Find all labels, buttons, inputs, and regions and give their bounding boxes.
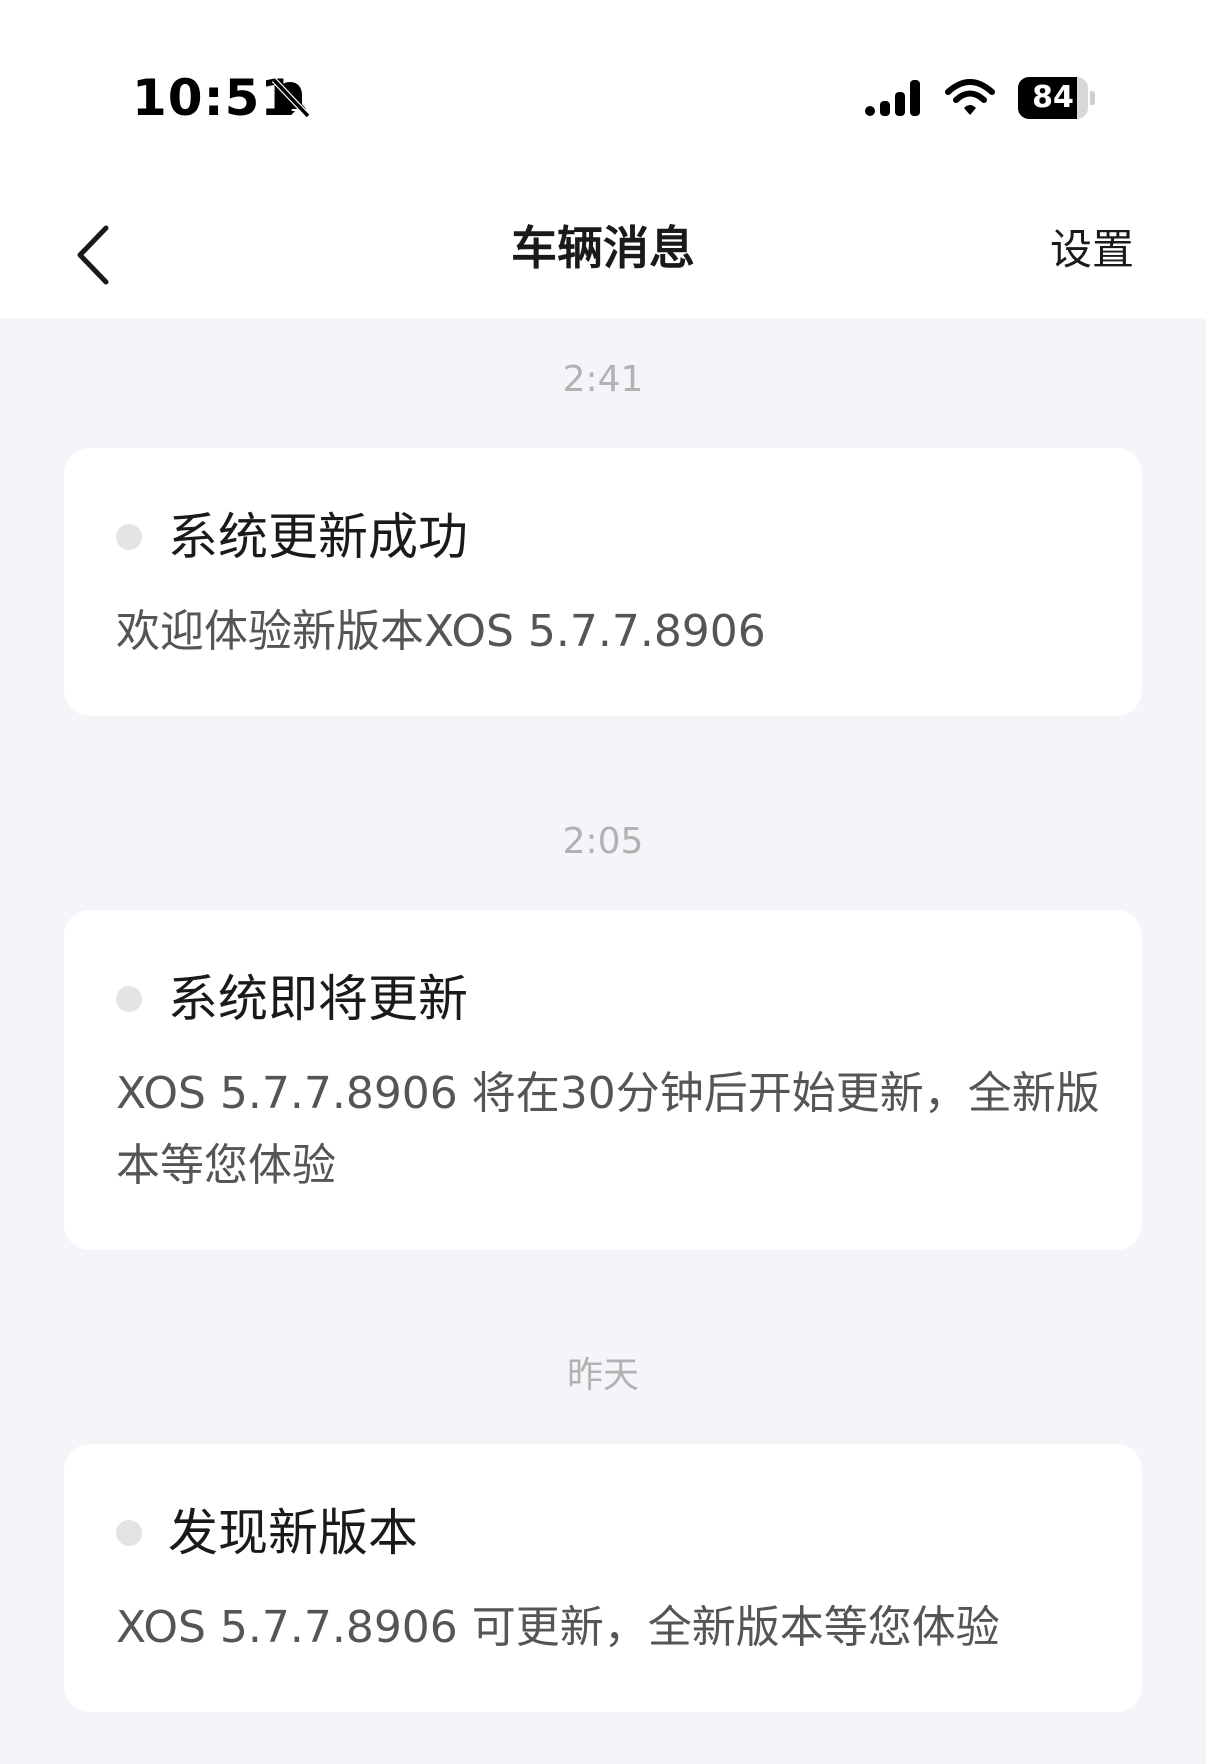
page-title: 车辆消息 bbox=[511, 221, 695, 275]
nav-bar: 车辆消息 设置 bbox=[0, 190, 1206, 318]
message-time-label: 昨天 bbox=[566, 1355, 639, 1396]
message-title: 发现新版本 bbox=[168, 1504, 418, 1562]
message-title: 系统更新成功 bbox=[168, 508, 468, 566]
back-button[interactable] bbox=[62, 220, 132, 290]
cellular-signal-icon bbox=[865, 80, 920, 116]
unread-dot-icon bbox=[116, 986, 142, 1012]
message-card[interactable]: 发现新版本 XOS 5.7.7.8906 可更新，全新版本等您体验 bbox=[64, 1444, 1142, 1712]
bell-slash-icon bbox=[271, 77, 311, 119]
message-card[interactable]: 系统更新成功 欢迎体验新版本XOS 5.7.7.8906 bbox=[64, 448, 1142, 716]
battery-cap bbox=[1090, 91, 1095, 105]
message-time-label: 2:41 bbox=[562, 359, 644, 400]
message-time-label: 2:05 bbox=[562, 821, 644, 862]
battery-percent: 84 bbox=[1032, 80, 1074, 115]
header-area: 10:51 84 车辆消息 设置 bbox=[0, 0, 1206, 318]
message-body: XOS 5.7.7.8906 可更新，全新版本等您体验 bbox=[116, 1602, 1000, 1653]
message-body: XOS 5.7.7.8906 将在30分钟后开始更新，全新版本等您体验 bbox=[116, 1068, 1100, 1191]
unread-dot-icon bbox=[116, 524, 142, 550]
message-card[interactable]: 系统即将更新 XOS 5.7.7.8906 将在30分钟后开始更新，全新版本等您… bbox=[64, 910, 1142, 1250]
battery-body: 84 bbox=[1018, 77, 1088, 119]
status-bar: 10:51 84 bbox=[0, 0, 1206, 160]
unread-dot-icon bbox=[116, 1520, 142, 1546]
settings-button[interactable]: 设置 bbox=[1050, 220, 1134, 280]
battery-icon: 84 bbox=[1018, 77, 1095, 119]
message-title: 系统即将更新 bbox=[168, 970, 468, 1028]
message-body: 欢迎体验新版本XOS 5.7.7.8906 bbox=[116, 606, 766, 657]
wifi-icon bbox=[945, 79, 995, 115]
